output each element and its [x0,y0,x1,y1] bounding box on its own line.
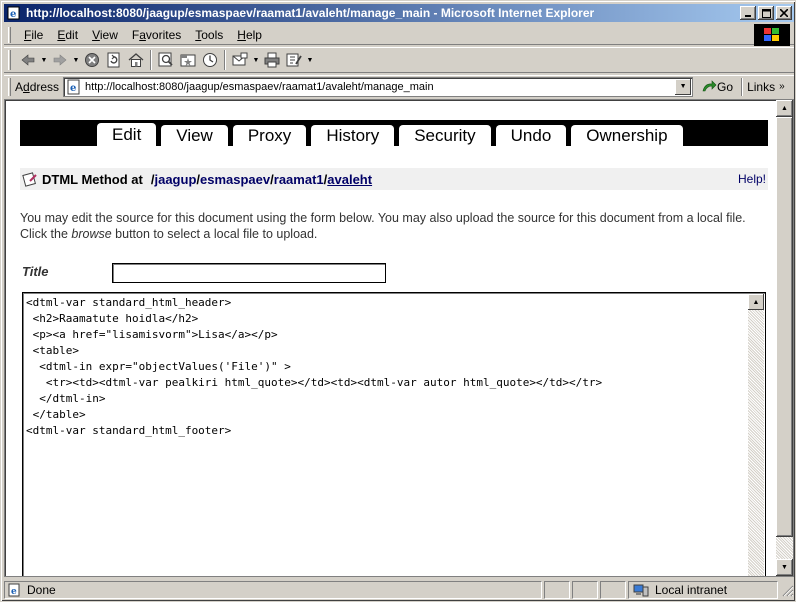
menu-favorites[interactable]: Favorites [125,28,188,42]
links-separator [741,77,744,96]
title-bar[interactable]: e http://localhost:8080/jaagup/esmaspaev… [4,4,794,22]
home-icon[interactable] [125,49,147,71]
menu-view[interactable]: View [85,28,125,42]
edit-icon[interactable] [283,49,305,71]
status-bar: e Done Local intranet [4,580,794,600]
mail-icon[interactable] [229,49,251,71]
print-icon[interactable] [261,49,283,71]
security-zone: Local intranet [628,581,778,599]
page-scrollbar[interactable]: ▲ ▼ [776,100,793,576]
ie-page-icon: e [8,583,20,597]
addressbar-grip[interactable] [8,77,11,96]
menu-help[interactable]: Help [230,28,269,42]
tab-bar: Edit View Proxy History Security Undo Ow… [20,120,768,146]
links-button[interactable]: Links [747,80,775,94]
tab-history[interactable]: History [310,124,396,146]
go-button[interactable]: Go [701,80,733,94]
status-text: Done [27,583,56,597]
zone-text: Local intranet [655,583,728,597]
ie-page-icon: e [66,79,82,95]
refresh-icon[interactable] [103,49,125,71]
chevron-right-icon[interactable]: » [779,81,785,92]
breadcrumb: /jaagup/esmaspaev/raamat1/avaleht [150,171,373,187]
tab-ownership[interactable]: Ownership [570,124,684,146]
windows-logo-icon [754,24,790,46]
address-url: http://localhost:8080/jaagup/esmaspaev/r… [85,80,434,93]
toolbar-grip[interactable] [8,50,11,70]
scroll-up-icon[interactable]: ▲ [748,294,764,310]
toolbar-separator [150,50,152,70]
scroll-down-icon[interactable]: ▼ [776,559,793,576]
edit-dropdown-icon[interactable]: ▼ [305,49,315,71]
textarea-scrollbar[interactable]: ▲ [748,294,764,576]
minimize-button[interactable] [740,6,756,20]
mail-dropdown-icon[interactable]: ▼ [251,49,261,71]
tab-proxy[interactable]: Proxy [231,124,308,146]
address-input[interactable]: e http://localhost:8080/jaagup/esmaspaev… [63,76,694,97]
location-bar: DTML Method at /jaagup/esmaspaev/raamat1… [20,168,768,190]
breadcrumb-jaagup[interactable]: jaagup [154,172,196,187]
tab-security[interactable]: Security [398,124,492,146]
object-type: DTML Method at [42,171,143,187]
ie-page-icon: e [6,5,22,21]
help-link[interactable]: Help! [738,172,766,186]
forward-arrow-icon[interactable] [49,49,71,71]
go-arrow-icon [702,79,717,91]
edit-description: You may edit the source for this documen… [20,211,746,241]
address-label: Address [15,79,60,94]
breadcrumb-raamat1[interactable]: raamat1 [274,172,324,187]
history-icon[interactable] [199,49,221,71]
toolbar-separator [224,50,226,70]
scrollbar-thumb[interactable] [776,117,793,537]
content-frame: Edit View Proxy History Security Undo Ow… [4,99,794,577]
breadcrumb-avaleht[interactable]: avaleht [327,172,372,187]
address-bar: Address e http://localhost:8080/jaagup/e… [4,75,794,97]
browse-emphasis: browse [71,227,112,241]
maximize-button[interactable] [758,6,774,20]
browser-window: e http://localhost:8080/jaagup/esmaspaev… [0,0,796,602]
tab-edit[interactable]: Edit [96,122,158,146]
intranet-icon [633,584,649,597]
svg-text:e: e [11,587,17,597]
menu-bar: File Edit View Favorites Tools Help [4,24,794,46]
title-input[interactable] [112,263,386,283]
source-code: <dtml-var standard_html_header> <h2>Raam… [26,296,603,437]
favorites-icon[interactable] [177,49,199,71]
address-dropdown-icon[interactable]: ▼ [675,78,692,95]
dtml-method-icon [22,171,38,187]
svg-text:e: e [10,9,16,20]
back-dropdown-icon[interactable]: ▼ [39,49,49,71]
back-arrow-icon[interactable] [17,49,39,71]
window-title: http://localhost:8080/jaagup/esmaspaev/r… [26,6,595,20]
close-button[interactable] [776,6,792,20]
standard-toolbar: ▼ ▼ ▼ ▼ [4,47,794,73]
tab-view[interactable]: View [160,124,229,146]
title-label: Title [22,264,49,279]
menu-tools[interactable]: Tools [188,28,230,42]
menu-file[interactable]: File [17,28,50,42]
tab-undo[interactable]: Undo [494,124,568,146]
scroll-up-icon[interactable]: ▲ [776,100,793,117]
source-textarea[interactable]: <dtml-var standard_html_header> <h2>Raam… [22,292,766,576]
status-progress [544,581,570,599]
menubar-grip[interactable] [8,26,11,43]
menu-edit[interactable]: Edit [50,28,85,42]
zope-manage-page: Edit View Proxy History Security Undo Ow… [7,102,777,576]
forward-dropdown-icon[interactable]: ▼ [71,49,81,71]
stop-icon[interactable] [81,49,103,71]
status-secure [572,581,598,599]
status-extra [600,581,626,599]
svg-text:e: e [70,83,76,94]
search-icon[interactable] [155,49,177,71]
breadcrumb-esmaspaev[interactable]: esmaspaev [200,172,270,187]
resize-grip-icon[interactable] [780,583,794,597]
status-main: e Done [4,581,542,599]
